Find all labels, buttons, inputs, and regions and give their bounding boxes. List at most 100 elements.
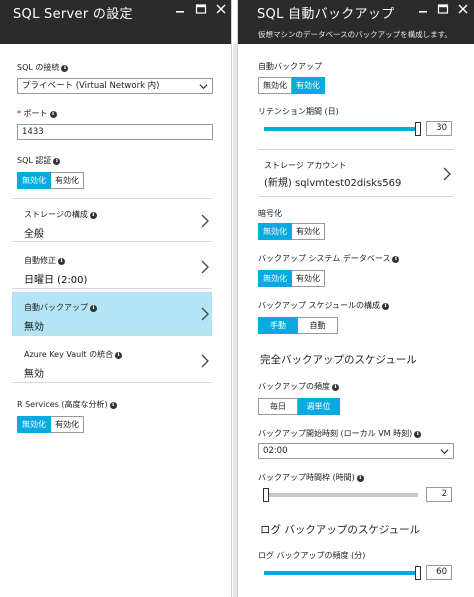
frequency-weekly-option[interactable]: 週単位 — [298, 398, 340, 415]
info-icon[interactable]: i — [115, 352, 123, 359]
schedule-auto-option[interactable]: 自動 — [298, 317, 338, 334]
blade-title: SQL 自動バックアップ — [257, 7, 395, 22]
info-icon[interactable]: i — [90, 305, 97, 312]
blade-title: SQL Server の設定 — [13, 7, 133, 22]
info-icon[interactable]: i — [49, 111, 57, 118]
info-icon[interactable]: i — [392, 256, 400, 263]
chevron-right-icon — [201, 354, 209, 368]
start-time-label: バックアップ開始時刻 (ローカル VM 時刻) i — [258, 428, 422, 439]
start-time-select[interactable]: 02:00 — [258, 443, 454, 459]
system-db-toggle: 無効化 有効化 — [258, 270, 325, 287]
info-icon[interactable]: i — [58, 258, 65, 265]
nav-item-value: 全般 — [24, 229, 44, 240]
auto-backup-enable-option[interactable]: 有効化 — [292, 77, 325, 94]
info-icon[interactable]: i — [89, 212, 97, 219]
nav-item-auto-patching[interactable]: 自動修正 i 日曜日 (2:00) — [12, 245, 212, 289]
sql-server-settings-blade: SQL Server の設定 SQL の接続 i プライベート (Virtual … — [0, 0, 232, 597]
blade-header: SQL 自動バックアップ 仮想マシンのデータベースのバックアップを構成します。 — [238, 0, 474, 44]
maximize-icon[interactable] — [195, 3, 207, 15]
backup-window-label: バックアップ時間枠 (時間) i — [258, 472, 364, 483]
full-backup-section-title: 完全バックアップのスケジュール — [260, 354, 417, 366]
sql-auth-disable-option[interactable]: 無効化 — [17, 172, 51, 189]
sql-connection-select[interactable]: プライベート (Virtual Network 内) — [17, 78, 213, 94]
slider-track — [266, 493, 418, 497]
log-frequency-label: ログ バックアップの頻度 (分) — [258, 551, 366, 560]
r-services-label-text: R Services (高度な分析) — [17, 400, 108, 409]
minimize-icon[interactable] — [417, 3, 429, 15]
sql-connection-label-text: SQL の接続 — [17, 63, 60, 72]
nav-item-label: ストレージの構成 i — [24, 209, 97, 220]
backup-frequency-label-text: バックアップの頻度 — [258, 382, 330, 391]
start-time-label-text: バックアップ開始時刻 (ローカル VM 時刻) — [258, 429, 413, 438]
sql-connection-value: プライベート (Virtual Network 内) — [22, 81, 160, 91]
info-icon[interactable]: i — [414, 431, 422, 438]
chevron-right-icon — [443, 167, 451, 181]
storage-account-item[interactable]: ストレージ アカウント (新規) sqlvmtest02disks569 — [258, 149, 454, 197]
schedule-manual-option[interactable]: 手動 — [258, 317, 298, 334]
slider-thumb[interactable] — [263, 488, 269, 502]
info-icon[interactable]: i — [356, 475, 364, 482]
nav-item-value: 無効 — [24, 369, 44, 380]
r-services-enable-option[interactable]: 有効化 — [51, 416, 84, 433]
nav-item-label: Azure Key Vault の統合 i — [24, 349, 123, 360]
info-icon[interactable]: i — [381, 303, 389, 310]
slider-thumb[interactable] — [415, 122, 421, 136]
nav-item-value: 無効 — [24, 322, 44, 333]
blade-subtitle: 仮想マシンのデータベースのバックアップを構成します。 — [258, 30, 452, 39]
system-db-label-text: バックアップ システム データベース — [258, 254, 391, 263]
encryption-disable-option[interactable]: 無効化 — [258, 223, 292, 240]
nav-item-storage-config[interactable]: ストレージの構成 i 全般 — [12, 198, 212, 242]
schedule-config-label-text: バックアップ スケジュールの構成 — [258, 301, 380, 310]
chevron-right-icon — [201, 260, 209, 274]
port-input[interactable]: 1433 — [17, 124, 213, 140]
storage-account-value: (新規) sqlvmtest02disks569 — [264, 178, 402, 189]
minimize-icon[interactable] — [174, 3, 186, 15]
nav-item-key-vault[interactable]: Azure Key Vault の統合 i 無効 — [12, 339, 212, 383]
port-label: * ポート i — [17, 108, 57, 119]
nav-item-label-text: 自動修正 — [24, 256, 56, 265]
system-db-disable-option[interactable]: 無効化 — [258, 270, 292, 287]
info-icon[interactable]: i — [332, 384, 339, 391]
retention-slider[interactable] — [264, 122, 421, 136]
sql-auth-label: SQL 認証 i — [17, 155, 61, 166]
required-marker: * — [17, 109, 21, 118]
sql-auth-toggle: 無効化 有効化 — [17, 172, 84, 189]
slider-fill — [264, 571, 418, 575]
encryption-enable-option[interactable]: 有効化 — [292, 223, 325, 240]
chevron-down-icon — [199, 84, 208, 90]
log-frequency-slider[interactable] — [264, 566, 421, 580]
log-frequency-value-input[interactable]: 60 — [426, 565, 452, 580]
nav-item-label-text: ストレージの構成 — [24, 210, 88, 219]
retention-value-input[interactable]: 30 — [426, 121, 452, 136]
chevron-down-icon — [440, 449, 449, 455]
chevron-right-icon — [201, 214, 209, 228]
info-icon[interactable]: i — [61, 65, 69, 72]
nav-item-label: 自動修正 i — [24, 255, 65, 266]
port-label-text: ポート — [23, 109, 48, 118]
sql-connection-label: SQL の接続 i — [17, 62, 69, 73]
r-services-label: R Services (高度な分析) i — [17, 399, 117, 410]
frequency-daily-option[interactable]: 毎日 — [258, 398, 298, 415]
system-db-enable-option[interactable]: 有効化 — [292, 270, 325, 287]
info-icon[interactable]: i — [109, 402, 117, 409]
close-icon[interactable] — [215, 3, 227, 15]
schedule-config-toggle: 手動 自動 — [258, 317, 338, 334]
sql-auth-label-text: SQL 認証 — [17, 156, 52, 165]
slider-thumb[interactable] — [415, 566, 421, 580]
encryption-toggle: 無効化 有効化 — [258, 223, 325, 240]
sql-auto-backup-blade: SQL 自動バックアップ 仮想マシンのデータベースのバックアップを構成します。 … — [237, 0, 474, 597]
nav-item-auto-backup[interactable]: 自動バックアップ i 無効 — [12, 292, 212, 336]
storage-account-label: ストレージ アカウント — [264, 161, 347, 170]
sql-auth-enable-option[interactable]: 有効化 — [51, 172, 84, 189]
maximize-icon[interactable] — [437, 3, 449, 15]
nav-item-label: 自動バックアップ i — [24, 302, 97, 313]
slider-fill — [264, 127, 418, 131]
start-time-value: 02:00 — [263, 446, 288, 456]
backup-window-slider[interactable] — [263, 488, 418, 502]
info-icon[interactable]: i — [53, 158, 61, 165]
blade-header: SQL Server の設定 — [0, 0, 231, 44]
backup-window-value-input[interactable]: 2 — [426, 487, 452, 502]
r-services-disable-option[interactable]: 無効化 — [17, 416, 51, 433]
auto-backup-disable-option[interactable]: 無効化 — [258, 77, 292, 94]
close-icon[interactable] — [457, 3, 469, 15]
